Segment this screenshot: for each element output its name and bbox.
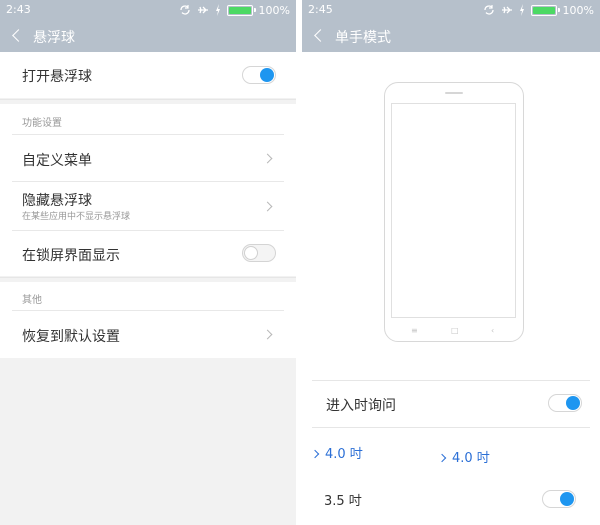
section-functions: 功能设置 自定义菜单 隐藏悬浮球 在某些应用中不显示悬浮球 在锁屏界面显示 — [0, 104, 296, 276]
lockscreen-display-toggle[interactable] — [242, 244, 276, 262]
size-option-4-0-right[interactable]: 4.0 吋 — [437, 447, 490, 466]
row-size-3-5[interactable]: 3.5 吋 — [302, 478, 600, 518]
status-bar: 2:43 100% — [0, 0, 296, 20]
row-sublabel: 在某些应用中不显示悬浮球 — [22, 212, 131, 222]
row-lockscreen-display[interactable]: 在锁屏界面显示 — [0, 231, 296, 276]
status-icons: 100% — [483, 2, 594, 18]
toggle-knob — [566, 396, 580, 410]
group-label-other: 其他 — [22, 295, 42, 306]
row-label: 自定义菜单 — [22, 153, 92, 169]
battery-icon — [226, 4, 256, 16]
charging-icon — [215, 4, 221, 16]
toggle-knob — [244, 246, 258, 260]
status-time: 2:43 — [6, 3, 31, 16]
divider — [0, 99, 296, 100]
size-3-5-toggle[interactable] — [542, 490, 576, 508]
row-hide-floating-ball[interactable]: 隐藏悬浮球 在某些应用中不显示悬浮球 — [0, 182, 296, 230]
size-option-label: 4.0 吋 — [452, 451, 490, 466]
page-title: 单手模式 — [335, 30, 391, 46]
page-title: 悬浮球 — [33, 30, 75, 46]
row-label: 隐藏悬浮球 — [22, 193, 92, 209]
row-ask-on-enter[interactable]: 进入时询问 — [302, 381, 600, 427]
chevron-right-icon — [310, 449, 320, 459]
phone-preview-illustration: ≡ □ ‹ — [384, 82, 524, 342]
sync-icon — [179, 4, 191, 16]
toggle-knob — [260, 68, 274, 82]
airplane-icon — [501, 4, 513, 16]
row-custom-menu[interactable]: 自定义菜单 — [0, 135, 296, 181]
status-time: 2:45 — [308, 3, 333, 16]
title-bar: 单手模式 — [302, 20, 600, 52]
status-icons: 100% — [179, 2, 290, 18]
divider — [0, 277, 296, 278]
size-option-4-0-left[interactable]: 4.0 吋 — [310, 443, 363, 462]
ask-on-enter-toggle[interactable] — [548, 394, 582, 412]
phone-display — [391, 103, 516, 318]
row-open-floating-ball[interactable]: 打开悬浮球 — [0, 52, 296, 98]
toggle-knob — [560, 492, 574, 506]
row-reset-defaults[interactable]: 恢复到默认设置 — [0, 311, 296, 358]
charging-icon — [519, 4, 525, 16]
menu-icon: ≡ — [411, 326, 418, 335]
chevron-right-icon — [264, 152, 274, 166]
sync-icon — [483, 4, 495, 16]
row-label: 恢复到默认设置 — [22, 329, 120, 345]
chevron-right-icon — [264, 200, 274, 214]
battery-percentage: 100% — [258, 3, 290, 17]
battery-icon — [530, 4, 560, 16]
size-option-3-5: 3.5 吋 — [324, 494, 362, 509]
row-label: 打开悬浮球 — [22, 69, 92, 85]
chevron-right-icon — [437, 453, 447, 463]
phone-speaker — [445, 92, 463, 94]
one-handed-mode-screen: 2:45 100% 单手模式 ≡ □ ‹ 进入时询问 4.0 吋 4.0 吋 3… — [302, 0, 600, 525]
row-label: 进入时询问 — [326, 398, 396, 414]
back-arrow-icon[interactable] — [10, 27, 26, 45]
divider — [312, 427, 590, 428]
group-label-functions: 功能设置 — [22, 118, 62, 129]
open-floating-ball-toggle[interactable] — [242, 66, 276, 84]
chevron-right-icon — [264, 328, 274, 342]
back-arrow-icon[interactable] — [312, 27, 328, 45]
size-option-label: 4.0 吋 — [325, 447, 363, 462]
back-icon: ‹ — [491, 326, 495, 335]
floating-ball-settings-screen: 2:43 100% 悬浮球 打开悬浮球 功能设置 自定义菜单 隐藏悬浮球 在某些… — [0, 0, 296, 525]
airplane-icon — [197, 4, 209, 16]
title-bar: 悬浮球 — [0, 20, 296, 52]
section-other: 其他 恢复到默认设置 — [0, 282, 296, 358]
row-label: 在锁屏界面显示 — [22, 248, 120, 264]
status-bar: 2:45 100% — [302, 0, 600, 20]
battery-percentage: 100% — [562, 3, 594, 17]
section-toggle-open: 打开悬浮球 — [0, 52, 296, 98]
home-icon: □ — [451, 326, 459, 335]
